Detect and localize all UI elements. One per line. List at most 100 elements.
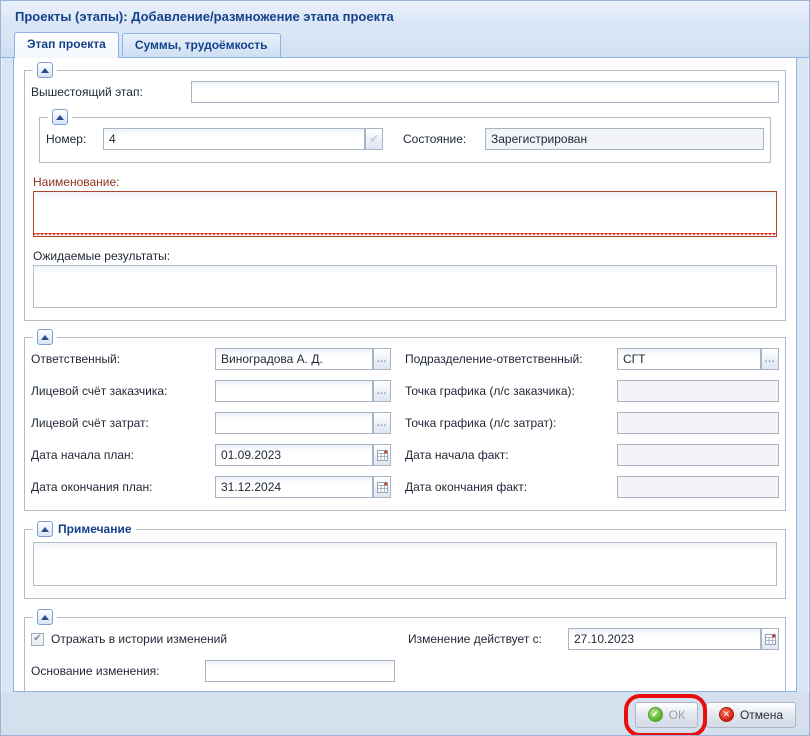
ellipsis-icon: … — [376, 420, 388, 426]
calendar-icon — [765, 634, 776, 645]
end-date-plan-calendar-trigger[interactable] — [373, 476, 391, 498]
fieldset-change-history-legend — [33, 609, 57, 625]
name-textarea[interactable] — [33, 191, 777, 237]
ellipsis-icon: … — [764, 356, 776, 362]
ok-button-wrap: ✔ ОК — [635, 702, 698, 728]
collapse-arrow-icon — [41, 68, 49, 73]
fieldset-stage-info-legend — [33, 62, 57, 78]
responsible-input[interactable] — [215, 348, 373, 370]
fieldset-note: Примечание — [24, 529, 786, 599]
responsible-fieldwrap: … — [215, 348, 391, 370]
number-apply-trigger[interactable]: ✔ — [365, 128, 383, 150]
schedule-point-customer-input — [617, 380, 779, 402]
start-date-fact-input — [617, 444, 779, 466]
change-effective-from-input[interactable] — [568, 628, 761, 650]
start-date-plan-label: Дата начала план: — [31, 448, 215, 462]
fieldset-number-state: Номер: ✔ Состояние: — [39, 117, 771, 163]
change-reason-label: Основание изменения: — [31, 664, 205, 678]
responsible-department-label: Подразделение-ответственный: — [405, 352, 617, 366]
tab-sums[interactable]: Суммы, трудоёмкость — [122, 33, 281, 57]
collapse-toggle-button[interactable] — [37, 62, 53, 78]
start-date-fact-fieldwrap — [617, 444, 779, 466]
expected-results-label: Ожидаемые результаты: — [33, 249, 777, 263]
parent-stage-label: Вышестоящий этап: — [31, 85, 191, 99]
cost-account-input[interactable] — [215, 412, 373, 434]
cancel-button[interactable]: ✕ Отмена — [706, 702, 796, 728]
state-label: Состояние: — [403, 132, 485, 146]
calendar-icon — [377, 450, 388, 461]
ellipsis-icon: … — [376, 356, 388, 362]
title-bar: Проекты (этапы): Добавление/размножение … — [1, 1, 809, 31]
end-date-plan-input[interactable] — [215, 476, 373, 498]
collapse-toggle-button[interactable] — [37, 329, 53, 345]
calendar-icon — [377, 482, 388, 493]
tab-strip: Этап проекта Суммы, трудоёмкость — [1, 31, 809, 58]
responsible-department-input[interactable] — [617, 348, 761, 370]
schedule-point-cost-input — [617, 412, 779, 434]
end-date-fact-fieldwrap — [617, 476, 779, 498]
number-state-row: Номер: ✔ Состояние: — [46, 128, 764, 150]
collapse-toggle-button[interactable] — [52, 109, 68, 125]
fieldset-note-legend: Примечание — [33, 521, 136, 537]
cancel-button-label: Отмена — [740, 708, 783, 722]
note-textarea[interactable] — [33, 542, 777, 586]
cancel-cross-icon: ✕ — [719, 707, 734, 722]
customer-account-input[interactable] — [215, 380, 373, 402]
collapse-arrow-icon — [41, 527, 49, 532]
change-effective-from-fieldwrap — [568, 628, 779, 650]
end-date-row: Дата окончания план: Дата окончания факт… — [31, 476, 779, 498]
start-date-plan-input[interactable] — [215, 444, 373, 466]
form-panel: Вышестоящий этап: Номер: ✔ — [13, 58, 797, 692]
state-input — [485, 128, 764, 150]
responsible-row: Ответственный: … Подразделение-ответстве… — [31, 348, 779, 370]
history-checkbox-group: ✔ Отражать в истории изменений — [31, 632, 391, 646]
note-fieldwrap — [33, 542, 777, 586]
change-effective-from-label: Изменение действует с: — [408, 632, 568, 646]
history-checkbox[interactable]: ✔ — [31, 633, 44, 646]
parent-stage-row: Вышестоящий этап: — [31, 81, 779, 103]
ellipsis-icon: … — [376, 388, 388, 394]
start-date-plan-calendar-trigger[interactable] — [373, 444, 391, 466]
collapse-arrow-icon — [41, 335, 49, 340]
ok-check-icon: ✔ — [648, 707, 663, 722]
ok-button[interactable]: ✔ ОК — [635, 702, 698, 728]
note-legend-label: Примечание — [58, 522, 132, 536]
collapse-arrow-icon — [41, 615, 49, 620]
start-date-plan-fieldwrap — [215, 444, 391, 466]
schedule-point-customer-label: Точка графика (л/с заказчика): — [405, 384, 617, 398]
dialog-window: Проекты (этапы): Добавление/размножение … — [0, 0, 810, 736]
change-effective-from-calendar-trigger[interactable] — [761, 628, 779, 650]
schedule-point-cost-label: Точка графика (л/с затрат): — [405, 416, 617, 430]
start-date-fact-label: Дата начала факт: — [405, 448, 617, 462]
change-reason-input[interactable] — [205, 660, 395, 682]
end-date-plan-fieldwrap — [215, 476, 391, 498]
number-input[interactable] — [103, 128, 365, 150]
start-date-row: Дата начала план: Дата начала факт: — [31, 444, 779, 466]
parent-stage-input[interactable] — [191, 81, 779, 103]
window-title: Проекты (этапы): Добавление/размножение … — [15, 9, 394, 24]
responsible-department-browse-trigger[interactable]: … — [761, 348, 779, 370]
responsible-browse-trigger[interactable]: … — [373, 348, 391, 370]
end-date-fact-input — [617, 476, 779, 498]
expected-results-textarea[interactable] — [33, 265, 777, 308]
cost-account-row: Лицевой счёт затрат: … Точка графика (л/… — [31, 412, 779, 434]
name-fieldwrap — [33, 191, 777, 237]
customer-account-browse-trigger[interactable]: … — [373, 380, 391, 402]
collapse-arrow-icon — [56, 115, 64, 120]
fieldset-number-state-legend — [48, 109, 72, 125]
customer-account-label: Лицевой счёт заказчика: — [31, 384, 215, 398]
state-fieldwrap — [485, 128, 764, 150]
cost-account-label: Лицевой счёт затрат: — [31, 416, 215, 430]
cost-account-browse-trigger[interactable]: … — [373, 412, 391, 434]
footer-toolbar: ✔ ОК ✕ Отмена — [1, 692, 809, 736]
collapse-toggle-button[interactable] — [37, 521, 53, 537]
fieldset-details: Ответственный: … Подразделение-ответстве… — [24, 337, 786, 511]
tab-sums-label: Суммы, трудоёмкость — [135, 38, 268, 52]
tab-stage[interactable]: Этап проекта — [14, 32, 119, 58]
end-date-plan-label: Дата окончания план: — [31, 480, 215, 494]
number-label: Номер: — [46, 132, 103, 146]
collapse-toggle-button[interactable] — [37, 609, 53, 625]
ok-button-label: ОК — [669, 708, 685, 722]
number-fieldwrap: ✔ — [103, 128, 383, 150]
expected-results-fieldwrap — [33, 265, 777, 308]
